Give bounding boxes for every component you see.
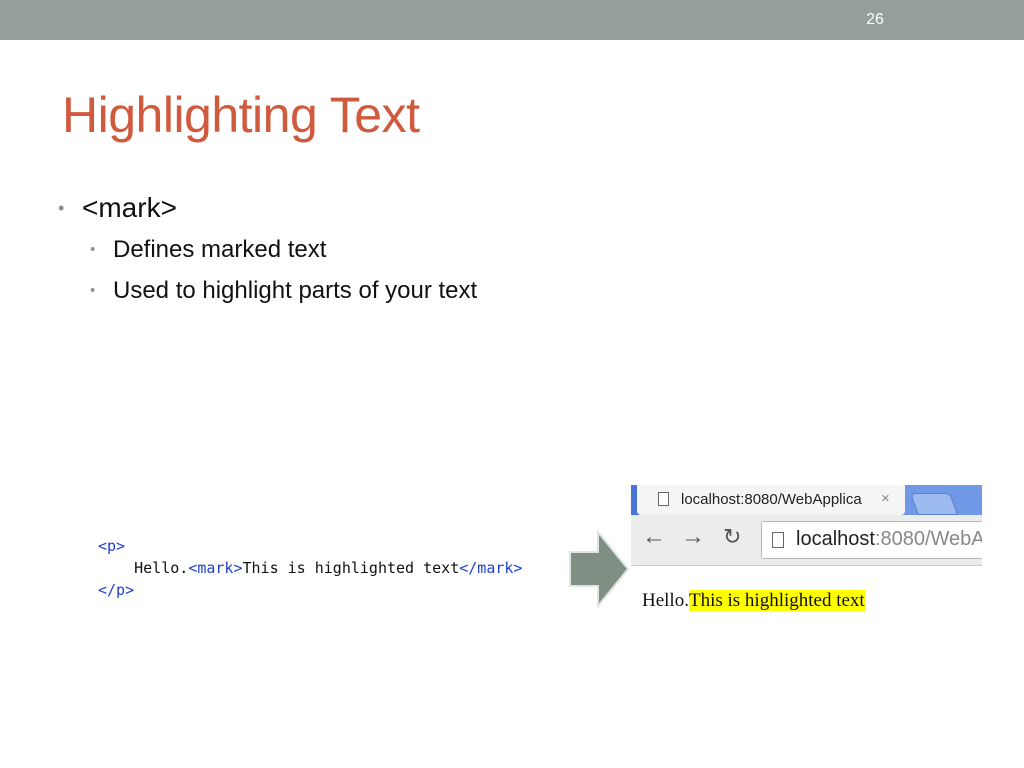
code-open-p: <p> <box>98 537 126 555</box>
url-text: localhost:8080/WebA <box>796 528 982 550</box>
browser-tab[interactable]: localhost:8080/WebApplica × <box>637 485 905 515</box>
browser-screenshot: localhost:8080/WebApplica × ← → ↻ localh… <box>631 485 982 625</box>
reload-icon[interactable]: ↻ <box>723 524 741 550</box>
code-highlighted: This is highlighted text <box>242 559 460 577</box>
rendered-page: Hello.This is highlighted text <box>642 590 865 612</box>
code-hello: Hello. <box>134 559 189 577</box>
browser-toolbar: ← → ↻ localhost:8080/WebA <box>631 515 982 566</box>
close-icon[interactable]: × <box>881 490 890 507</box>
back-arrow-icon[interactable]: ← <box>642 523 666 551</box>
new-tab-button[interactable] <box>909 493 959 515</box>
forward-arrow-icon[interactable]: → <box>681 523 705 551</box>
tab-bar: localhost:8080/WebApplica × <box>631 485 982 515</box>
sub-bullets: Defines marked text Used to highlight pa… <box>58 233 477 315</box>
page-icon <box>658 492 669 506</box>
sub-bullet-2: Used to highlight parts of your text <box>58 274 477 315</box>
address-bar[interactable]: localhost:8080/WebA <box>761 521 982 559</box>
sub-bullet-1: Defines marked text <box>58 233 477 274</box>
code-open-mark: <mark> <box>188 559 243 577</box>
right-arrow-icon <box>569 530 630 608</box>
code-close-p: </p> <box>98 581 135 599</box>
code-snippet: <p> Hello.<mark>This is highlighted text… <box>98 535 522 601</box>
slide-title: Highlighting Text <box>62 87 420 143</box>
rendered-highlight: This is highlighted text <box>688 590 865 611</box>
bullet-list: <mark> Defines marked text Used to highl… <box>58 191 477 315</box>
tab-title: localhost:8080/WebApplica <box>681 491 862 508</box>
bullet-main: <mark> <box>58 191 477 225</box>
slide-number: 26 <box>866 11 884 28</box>
top-bar: 26 <box>0 0 1024 40</box>
page-icon <box>772 532 784 548</box>
code-close-mark: </mark> <box>459 559 523 577</box>
rendered-hello: Hello. <box>642 590 689 611</box>
